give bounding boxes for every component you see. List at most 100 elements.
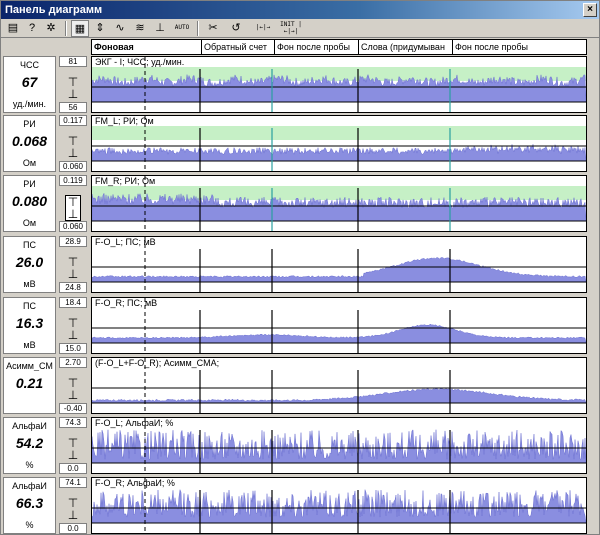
stage-label[interactable]: Фон после пробы bbox=[274, 40, 358, 54]
scale-control: 81 ⊤ ⊥ 56 bbox=[59, 56, 87, 113]
stage-legend: Фоновая Обратный счет Фон после пробы Сл… bbox=[91, 39, 587, 55]
signal-area bbox=[92, 388, 586, 404]
channel-plot[interactable]: (F-O_L+F-O_R); Асимм_СМА; bbox=[91, 357, 587, 414]
signal-area bbox=[92, 324, 586, 344]
channel-value: 0.068 bbox=[11, 133, 48, 149]
scale-adjust-icon[interactable]: ⊤ ⊥ bbox=[65, 76, 81, 100]
signal-area bbox=[92, 257, 586, 283]
scale-max-value[interactable]: 81 bbox=[59, 56, 87, 67]
channel-plot[interactable]: F-O_L; ПС; мВ bbox=[91, 236, 587, 293]
plot-title: FM_R; РИ; Ом bbox=[95, 176, 156, 186]
channel-row: ПС 16.3 мВ 18.4 ⊤ ⊥ 15.0 F-O_R; ПС; мВ bbox=[1, 297, 599, 354]
channel-plot[interactable]: ЭКГ - I; ЧСС; уд./мин. bbox=[91, 56, 587, 113]
channel-name: ПС bbox=[23, 301, 36, 311]
marker-icon[interactable]: ⊥ bbox=[151, 20, 169, 37]
channel-value: 54.2 bbox=[15, 435, 44, 451]
signal-area bbox=[92, 143, 586, 162]
window-title: Панель диаграмм bbox=[5, 4, 103, 16]
undo-icon[interactable]: ↺ bbox=[227, 20, 245, 37]
signal-svg bbox=[92, 298, 586, 353]
channel-unit: мВ bbox=[23, 279, 36, 289]
stage-label[interactable]: Фоновая bbox=[92, 40, 201, 54]
scale-min-value[interactable]: 15.0 bbox=[59, 343, 87, 354]
scale-control: 28.9 ⊤ ⊥ 24.8 bbox=[59, 236, 87, 293]
scale-adjust-icon[interactable]: ⊤ ⊥ bbox=[65, 497, 81, 521]
grid-toggle-icon[interactable]: ▦ bbox=[71, 20, 89, 37]
channel-name: Асимм_СМ bbox=[6, 361, 53, 371]
channel-unit: Ом bbox=[22, 158, 37, 168]
channel-plot[interactable]: FM_R; РИ; Ом bbox=[91, 175, 587, 232]
channel-unit: % bbox=[25, 460, 34, 470]
channel-plot[interactable]: F-O_L; АльфаИ; % bbox=[91, 417, 587, 474]
channel-plot[interactable]: F-O_R; ПС; мВ bbox=[91, 297, 587, 354]
scale-max-value[interactable]: 0.119 bbox=[59, 175, 87, 186]
plot-title: ЭКГ - I; ЧСС; уд./мин. bbox=[95, 57, 185, 67]
settings-icon[interactable]: ✲ bbox=[42, 20, 60, 37]
plot-title: F-O_L; АльфаИ; % bbox=[95, 418, 174, 428]
scale-control: 2.70 ⊤ ⊥ -0.40 bbox=[59, 357, 87, 414]
channel-name: АльфаИ bbox=[12, 421, 47, 431]
channel-name: АльфаИ bbox=[12, 481, 47, 491]
fill-icon[interactable]: ≋ bbox=[131, 20, 149, 37]
channel-row: Асимм_СМ 0.21 2.70 ⊤ ⊥ -0.40 (F-O_L+F-O_R); Ас… bbox=[1, 357, 599, 414]
scale-adjust-icon[interactable]: ⊤ ⊥ bbox=[65, 437, 81, 461]
channel-unit: уд./мин. bbox=[12, 99, 47, 109]
scale-min-value[interactable]: 24.8 bbox=[59, 282, 87, 293]
scale-adjust-icon[interactable]: ⊤ ⊥ bbox=[65, 135, 81, 159]
scale-control: 0.117 ⊤ ⊥ 0.060 bbox=[59, 115, 87, 172]
cut-icon[interactable]: ✂ bbox=[204, 20, 222, 37]
scale-min-value[interactable]: 0.060 bbox=[59, 161, 87, 172]
channel-label-box: ПС 26.0 мВ bbox=[3, 236, 56, 293]
scale-max-value[interactable]: 18.4 bbox=[59, 297, 87, 308]
scale-max-value[interactable]: 74.1 bbox=[59, 477, 87, 488]
channel-name: РИ bbox=[23, 119, 36, 129]
scale-control: 18.4 ⊤ ⊥ 15.0 bbox=[59, 297, 87, 354]
diagram-panel-window: Панель диаграмм × ▤ ? ✲ ▦ ⇕ ∿ ≋ ⊥ AUTO ✂… bbox=[0, 0, 600, 535]
scale-control: 74.1 ⊤ ⊥ 0.0 bbox=[59, 477, 87, 534]
channel-name: ЧСС bbox=[20, 60, 39, 70]
init-range-button[interactable]: INIT |←|→| bbox=[279, 21, 303, 38]
channel-unit: % bbox=[25, 520, 34, 530]
channel-plot[interactable]: FM_L; РИ; Ом bbox=[91, 115, 587, 172]
scale-adjust-icon[interactable]: ⊤ ⊥ bbox=[65, 377, 81, 401]
channel-name: ПС bbox=[23, 240, 36, 250]
scale-min-value[interactable]: 0.0 bbox=[59, 523, 87, 534]
close-button[interactable]: × bbox=[583, 3, 597, 17]
stage-label[interactable]: Слова (придумыван bbox=[358, 40, 452, 54]
channel-label-box: АльфаИ 54.2% bbox=[3, 417, 56, 474]
scale-adjust-icon[interactable]: ⊤ ⊥ bbox=[65, 256, 81, 280]
scale-control: 74.3 ⊤ ⊥ 0.0 bbox=[59, 417, 87, 474]
scale-max-value[interactable]: 0.117 bbox=[59, 115, 87, 126]
scale-min-value[interactable]: 56 bbox=[59, 102, 87, 113]
plot-title: (F-O_L+F-O_R); Асимм_СМА; bbox=[95, 358, 220, 368]
scale-adjust-icon[interactable]: ⊤ ⊥ bbox=[65, 317, 81, 341]
signal-area bbox=[92, 488, 586, 524]
scale-max-value[interactable]: 2.70 bbox=[59, 357, 87, 368]
scale-min-value[interactable]: 0.060 bbox=[59, 221, 87, 232]
channel-row: АльфаИ 66.3% 74.1 ⊤ ⊥ 0.0 F-O_R; АльфаИ; % bbox=[1, 477, 599, 534]
scale-max-value[interactable]: 28.9 bbox=[59, 236, 87, 247]
channel-row: ЧСС 67 уд./мин. 81 ⊤ ⊥ 56 ЭКГ - I; ЧСС; уд./мин… bbox=[1, 56, 599, 113]
scale-min-value[interactable]: 0.0 bbox=[59, 463, 87, 474]
scale-min-value[interactable]: -0.40 bbox=[59, 403, 87, 414]
channel-row: ПС 26.0 мВ 28.9 ⊤ ⊥ 24.8 F-O_L; ПС; мВ bbox=[1, 236, 599, 293]
print-icon[interactable]: ▤ bbox=[4, 20, 22, 37]
help-icon[interactable]: ? bbox=[23, 20, 41, 37]
plot-title: F-O_R; АльфаИ; % bbox=[95, 478, 175, 488]
channel-unit: мВ bbox=[23, 340, 36, 350]
channel-value: 16.3 bbox=[15, 315, 44, 331]
scale-icon[interactable]: ⇕ bbox=[91, 20, 109, 37]
channel-row: РИ 0.080 Ом 0.119 ⊤ ⊥ 0.060 FM_R; РИ; Ом bbox=[1, 175, 599, 232]
channel-label-box: АльфаИ 66.3% bbox=[3, 477, 56, 534]
signal-area bbox=[92, 429, 586, 464]
stage-label[interactable]: Обратный счет bbox=[201, 40, 274, 54]
toolbar-separator bbox=[65, 21, 67, 36]
norm-band bbox=[92, 126, 586, 140]
channel-plot[interactable]: F-O_R; АльфаИ; % bbox=[91, 477, 587, 534]
stage-label[interactable]: Фон после пробы bbox=[452, 40, 586, 54]
curve-icon[interactable]: ∿ bbox=[111, 20, 129, 37]
scale-max-value[interactable]: 74.3 bbox=[59, 417, 87, 428]
window-titlebar: Панель диаграмм × bbox=[1, 1, 599, 19]
scale-adjust-icon[interactable]: ⊤ ⊥ bbox=[65, 195, 81, 221]
channel-row: АльфаИ 54.2% 74.3 ⊤ ⊥ 0.0 F-O_L; АльфаИ; % bbox=[1, 417, 599, 474]
